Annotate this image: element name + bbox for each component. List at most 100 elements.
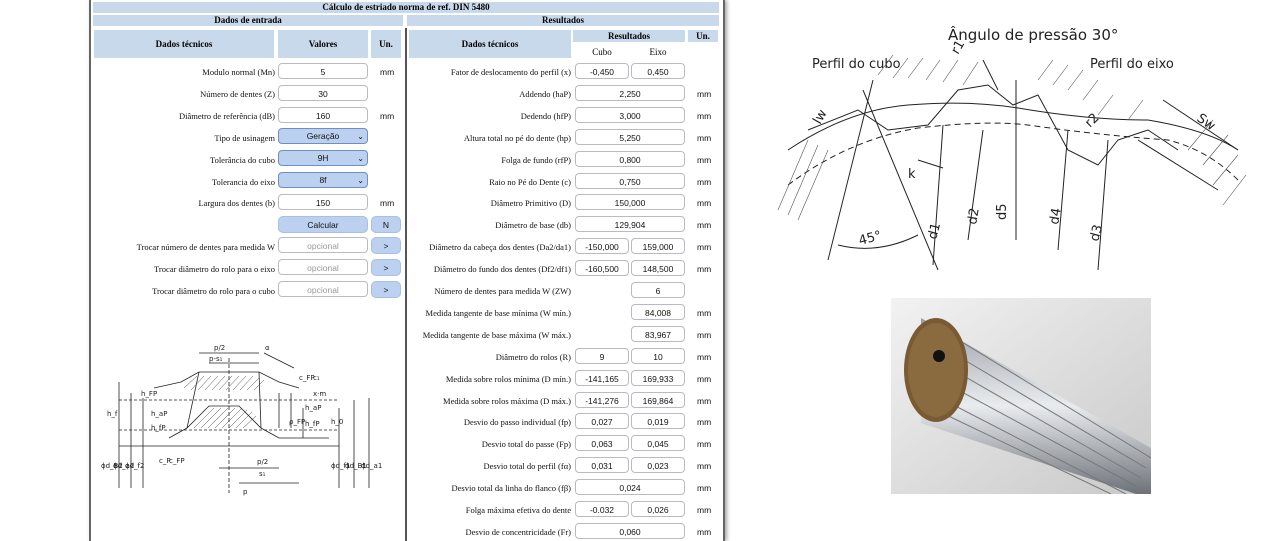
svg-text:p/2: p/2 [214, 344, 225, 352]
calcular-button[interactable]: Calcular [278, 216, 368, 233]
result-label: Desvio do passo individual (fp) [463, 417, 571, 427]
result-label: Raio no Pé do Dente (c) [489, 177, 571, 187]
svg-text:h_f: h_f [107, 410, 118, 418]
result-label: Diâmetro do rolos (R) [495, 352, 571, 362]
result-value-eixo: 0,023 [631, 457, 685, 473]
svg-text:ρ_FP: ρ_FP [289, 418, 305, 426]
svg-text:h_FP: h_FP [141, 390, 157, 398]
result-value-cubo: -0.032 [575, 501, 629, 517]
result-value-cubo: 9 [575, 348, 629, 364]
svg-text:d5: d5 [995, 203, 1010, 220]
result-label: Desvio de concentricidade (Fr) [465, 527, 572, 537]
pressure-angle-diagram: Ângulo de pressão 30° Perfil do cubo Per… [777, 25, 1247, 271]
modulo-input[interactable]: 5 [278, 63, 368, 79]
result-unit: mm [697, 396, 712, 406]
result-unit: mm [697, 111, 712, 121]
tol-eixo-select[interactable]: 8f ⌄ [278, 172, 368, 188]
trocar-dentes-button[interactable]: > [371, 237, 401, 254]
svg-text:45°: 45° [857, 228, 883, 248]
largura-input[interactable]: 150 [278, 194, 368, 210]
trocar-dentes-input[interactable]: opcional [278, 237, 368, 253]
input-col-tech: Dados técnicos [94, 30, 274, 58]
result-value-single: 0,024 [575, 479, 685, 495]
svg-text:r2: r2 [1082, 111, 1102, 131]
result-value-eixo: 6 [631, 282, 685, 298]
svg-text:c_FP: c_FP [169, 457, 185, 465]
result-value-single: 0,750 [575, 173, 685, 189]
input-label-tol-eixo: Tolerancia do eixo [211, 177, 275, 187]
input-section-header: Dados de entrada [93, 15, 403, 26]
trocar-rolo-cubo-input[interactable]: opcional [278, 281, 368, 297]
result-label: Diâmetro Primitivo (D) [490, 198, 571, 208]
result-label: Dedendo (hfP) [520, 111, 571, 121]
results-section-header: Resultados [407, 15, 719, 26]
result-label: Medida tangente de base máxima (W máx.) [422, 330, 571, 340]
svg-text:h_fP: h_fP [305, 420, 320, 428]
input-label-tol-cubo: Tolerância do cubo [209, 155, 275, 165]
result-value-single: 150,000 [575, 194, 685, 210]
result-unit: mm [697, 264, 712, 274]
diagram-eixo-label: Perfil do eixo [1090, 57, 1174, 72]
svg-text:Sw: Sw [1194, 111, 1218, 134]
result-label: Medida sobre rolos máxima (D máx.) [443, 396, 571, 406]
modulo-unit: mm [380, 67, 395, 77]
svg-text:p-s₁: p-s₁ [209, 355, 223, 363]
diagram-title: Ângulo de pressão 30° [948, 25, 1118, 44]
result-value-eixo: 169,933 [631, 370, 685, 386]
result-value-eixo: 0,450 [631, 63, 685, 79]
result-value-eixo: 148,500 [631, 260, 685, 276]
result-value-cubo: -141,165 [575, 370, 629, 386]
column-divider [405, 28, 407, 541]
svg-text:ϕd_f2: ϕd_f2 [125, 462, 144, 470]
result-value-single: 0,060 [575, 523, 685, 539]
result-value-single: 129,904 [575, 216, 685, 232]
result-unit: mm [697, 417, 712, 427]
result-value-cubo: 0,031 [575, 457, 629, 473]
result-unit: mm [697, 352, 712, 362]
diametro-unit: mm [380, 111, 395, 121]
svg-text:s₁: s₁ [259, 470, 266, 478]
extra-label-0: Trocar número de dentes para medida W [136, 242, 275, 252]
input-label-modulo: Modulo normal (Mn) [202, 67, 275, 77]
tol-cubo-select[interactable]: 9H ⌄ [278, 150, 368, 166]
usinagem-select[interactable]: Geração ⌄ [278, 128, 368, 144]
trocar-rolo-eixo-input[interactable]: opcional [278, 259, 368, 275]
svg-text:h_aP: h_aP [151, 410, 167, 418]
svg-text:d2: d2 [965, 207, 983, 226]
chevron-down-icon: ⌄ [357, 176, 364, 185]
result-value-cubo: -141,276 [575, 392, 629, 408]
result-label: Medida sobre rolos mínima (D mín.) [445, 374, 571, 384]
result-value-eixo: 0,026 [631, 501, 685, 517]
svg-text:α: α [265, 344, 270, 352]
result-label: Desvio total do perfil (fα) [483, 461, 571, 471]
input-col-unit: Un. [371, 30, 401, 58]
result-label: Diâmetro da cabeça dos dentes (Da2/da1) [429, 242, 571, 252]
input-label-diametro: Diâmetro de referência (dB) [178, 111, 275, 121]
n-button[interactable]: N [371, 216, 401, 233]
trocar-rolo-cubo-button[interactable]: > [371, 281, 401, 298]
spline-profile-diagram: p/2 p-s₁ α c_FP c₁ x·m h_FP h_f h_aP h_f… [101, 344, 382, 496]
result-label: Desvio total do passe (Fp) [481, 439, 571, 449]
chevron-down-icon: ⌄ [357, 154, 364, 163]
diametro-input[interactable]: 160 [278, 107, 368, 123]
result-unit: mm [697, 220, 712, 230]
dentes-input[interactable]: 30 [278, 85, 368, 101]
result-value-single: 0,800 [575, 151, 685, 167]
result-value-single: 2,250 [575, 85, 685, 101]
result-unit: mm [697, 483, 712, 493]
result-label: Medida tangente de base mínima (W mín.) [425, 308, 571, 318]
result-label: Addendo (haP) [519, 89, 571, 99]
result-label: Número de dentes para medida W (ZW) [434, 286, 571, 296]
result-value-single: 3,000 [575, 107, 685, 123]
trocar-rolo-eixo-button[interactable]: > [371, 259, 401, 276]
result-unit: mm [697, 330, 712, 340]
result-value-single: 5,250 [575, 129, 685, 145]
input-label-largura: Largura dos dentes (b) [198, 198, 275, 208]
largura-unit: mm [380, 198, 395, 208]
svg-text:x·m: x·m [313, 390, 326, 398]
result-value-eixo: 10 [631, 348, 685, 364]
result-unit: mm [697, 242, 712, 252]
result-label: Diâmetro do fundo dos dentes (Df2/df1) [433, 264, 571, 274]
extra-label-1: Trocar diâmetro do rolo para o eixo [153, 264, 275, 274]
input-label-usinagem: Tipo de usinagem [214, 133, 275, 143]
